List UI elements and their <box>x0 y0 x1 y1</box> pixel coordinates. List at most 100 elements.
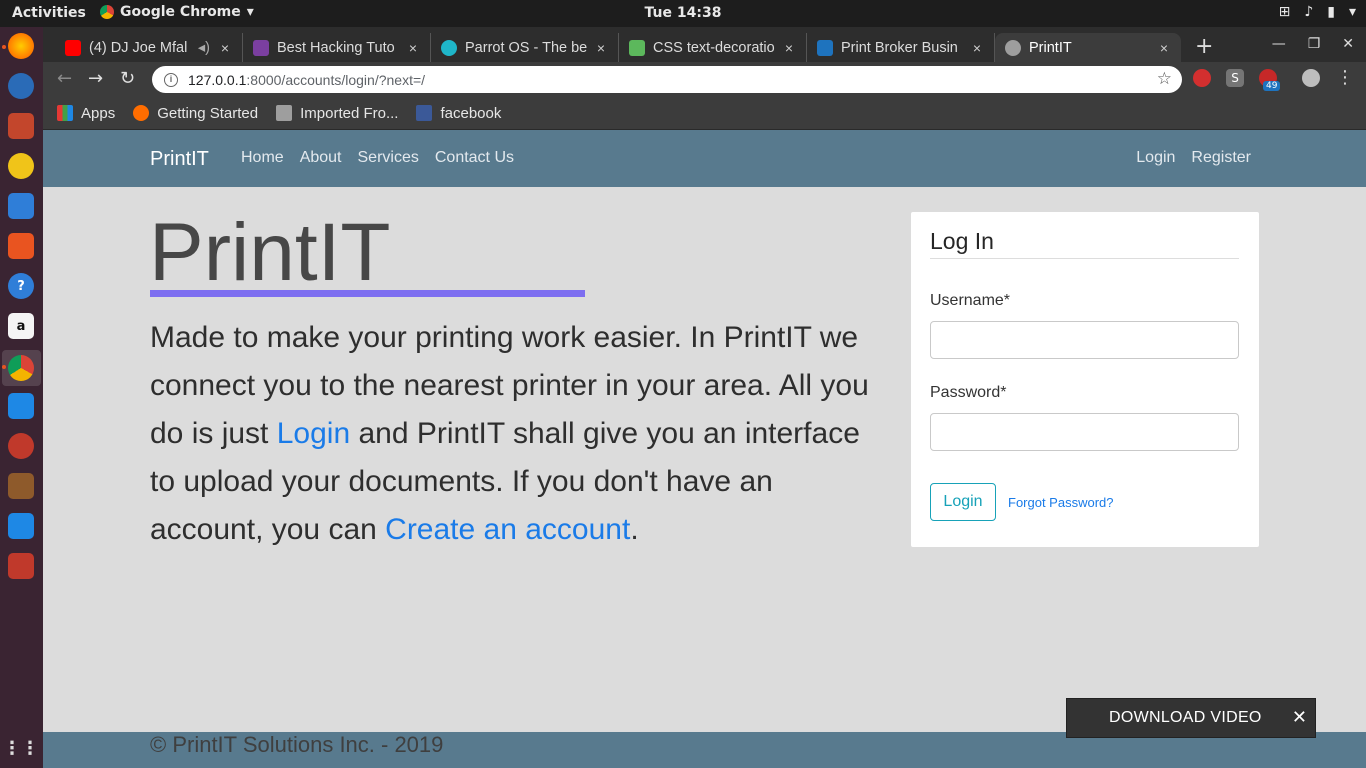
app-name-label: Google Chrome <box>120 4 241 20</box>
thunderbird-icon[interactable] <box>8 73 34 99</box>
nav-contact-us[interactable]: Contact Us <box>435 149 514 167</box>
close-icon[interactable]: ✕ <box>1342 36 1354 52</box>
bookmark-imported-folder[interactable]: Imported Fro... <box>276 105 398 122</box>
extension-s-icon[interactable]: S <box>1226 69 1244 87</box>
hero-text-part: . <box>630 513 639 546</box>
bookmark-label: facebook <box>440 104 502 122</box>
close-tab-icon[interactable]: × <box>968 40 986 56</box>
help-icon[interactable]: ? <box>8 273 34 299</box>
adblock-icon[interactable] <box>1193 69 1211 87</box>
copyright-text: © PrintIT Solutions Inc. - 2019 <box>150 732 444 757</box>
username-label: Username* <box>930 292 1011 309</box>
chevron-down-icon: ▾ <box>1348 4 1356 20</box>
minimize-icon[interactable]: — <box>1272 36 1286 52</box>
ubuntu-dock: ? a ⋮⋮ <box>0 27 43 768</box>
nav-login[interactable]: Login <box>1136 149 1175 167</box>
browser-tab-strip: (4) DJ Joe Mfal ◂) × Best Hacking Tuto ×… <box>43 27 1366 62</box>
bookmark-label: Imported Fro... <box>300 104 399 122</box>
site-info-icon[interactable]: i <box>164 72 178 87</box>
network-icon: ⊞ <box>1278 4 1291 20</box>
audio-icon: ◂) <box>197 39 210 56</box>
nav-about[interactable]: About <box>300 149 342 167</box>
forgot-password-link[interactable]: Forgot Password? <box>1008 495 1114 510</box>
tab-css-text-decoration[interactable]: CSS text-decoratio × <box>619 33 807 62</box>
bookmark-getting-started[interactable]: Getting Started <box>133 105 258 122</box>
amazon-icon[interactable]: a <box>8 313 34 339</box>
close-tab-icon[interactable]: × <box>1155 40 1173 56</box>
tab-title: Parrot OS - The be <box>465 39 588 56</box>
bookmark-label: Apps <box>81 104 116 122</box>
tab-hacking[interactable]: Best Hacking Tuto × <box>243 33 431 62</box>
software-center-icon[interactable] <box>8 233 34 259</box>
download-video-bar[interactable]: DOWNLOAD VIDEO ✕ <box>1066 698 1316 738</box>
settings-tool-icon[interactable] <box>8 433 34 459</box>
gnome-top-bar: Activities Google Chrome ▾ Tue 14:38 ⊞ ♪… <box>0 0 1366 27</box>
bookmark-facebook[interactable]: facebook <box>416 105 501 122</box>
tab-title: Best Hacking Tuto <box>277 39 395 56</box>
battery-icon: ▮ <box>1327 4 1335 20</box>
profile-avatar[interactable] <box>1302 69 1320 87</box>
close-tab-icon[interactable]: × <box>780 40 798 56</box>
password-field[interactable] <box>930 413 1239 451</box>
libreoffice-writer-icon[interactable] <box>8 193 34 219</box>
back-icon[interactable]: ← <box>57 68 72 89</box>
site-icon <box>253 39 269 56</box>
bookmark-star-icon[interactable]: ☆ <box>1157 69 1172 89</box>
login-button[interactable]: Login <box>930 483 996 521</box>
vscode-icon[interactable] <box>8 393 34 419</box>
close-tab-icon[interactable]: × <box>404 40 422 56</box>
nav-services[interactable]: Services <box>358 149 419 167</box>
maximize-icon[interactable]: ❐ <box>1308 36 1321 52</box>
tab-title: CSS text-decoratio <box>653 39 775 56</box>
login-heading: Log In <box>930 228 994 254</box>
hero-login-link[interactable]: Login <box>277 417 350 450</box>
browser-toolbar: ← → ↻ i 127.0.0.1:8000/accounts/login/?n… <box>43 62 1366 97</box>
site-nav-links: Home About Services Contact Us <box>241 149 514 167</box>
login-card: Log In Username* Password* Login Forgot … <box>911 212 1259 547</box>
app-icon[interactable] <box>8 553 34 579</box>
nav-home[interactable]: Home <box>241 149 284 167</box>
download-video-label[interactable]: DOWNLOAD VIDEO <box>1109 709 1262 727</box>
hero-create-account-link[interactable]: Create an account <box>385 513 630 546</box>
extension-badge: 49 <box>1263 81 1281 91</box>
activities-button[interactable]: Activities <box>12 5 86 21</box>
tab-printit[interactable]: PrintIT × <box>995 33 1181 62</box>
tab-youtube[interactable]: (4) DJ Joe Mfal ◂) × <box>55 33 243 62</box>
app-menu[interactable]: Google Chrome ▾ <box>100 4 254 20</box>
close-tab-icon[interactable]: × <box>592 40 610 56</box>
forward-icon[interactable]: → <box>88 68 103 89</box>
tab-print-broker[interactable]: Print Broker Busin × <box>807 33 995 62</box>
bar-chart-icon <box>817 39 833 56</box>
new-tab-button[interactable]: + <box>1195 34 1213 59</box>
close-tab-icon[interactable]: × <box>216 40 234 56</box>
address-bar[interactable]: i 127.0.0.1:8000/accounts/login/?next=/ … <box>152 66 1182 93</box>
files-icon[interactable] <box>8 113 34 139</box>
download-manager-icon[interactable] <box>8 513 34 539</box>
reload-icon[interactable]: ↻ <box>120 68 135 89</box>
bookmark-apps[interactable]: Apps <box>57 105 115 122</box>
parrot-icon <box>441 39 457 56</box>
system-tray[interactable]: ⊞ ♪ ▮ ▾ <box>1279 4 1356 20</box>
w3schools-icon <box>629 39 645 56</box>
apps-grid-icon <box>57 105 73 121</box>
hero-title-underline <box>150 290 585 297</box>
firefox-icon[interactable] <box>8 33 34 59</box>
globe-icon <box>1005 39 1021 56</box>
menu-kebab-icon[interactable]: ⋮ <box>1336 67 1354 88</box>
password-label: Password* <box>930 384 1007 401</box>
bookmark-label: Getting Started <box>157 104 259 122</box>
volume-icon: ♪ <box>1304 4 1314 20</box>
close-icon[interactable]: ✕ <box>1292 707 1307 728</box>
running-indicator <box>2 45 6 49</box>
chrome-icon[interactable] <box>8 355 34 381</box>
site-brand[interactable]: PrintIT <box>150 148 209 171</box>
nav-register[interactable]: Register <box>1191 149 1251 167</box>
show-applications-icon[interactable]: ⋮⋮ <box>3 735 39 761</box>
url-host: 127.0.0.1 <box>188 71 247 88</box>
rhythmbox-icon[interactable] <box>8 153 34 179</box>
installer-icon[interactable] <box>8 473 34 499</box>
tab-parrot-os[interactable]: Parrot OS - The be × <box>431 33 619 62</box>
site-navbar: PrintIT Home About Services Contact Us L… <box>43 130 1366 187</box>
auth-links: Login Register <box>1136 149 1251 167</box>
username-field[interactable] <box>930 321 1239 359</box>
